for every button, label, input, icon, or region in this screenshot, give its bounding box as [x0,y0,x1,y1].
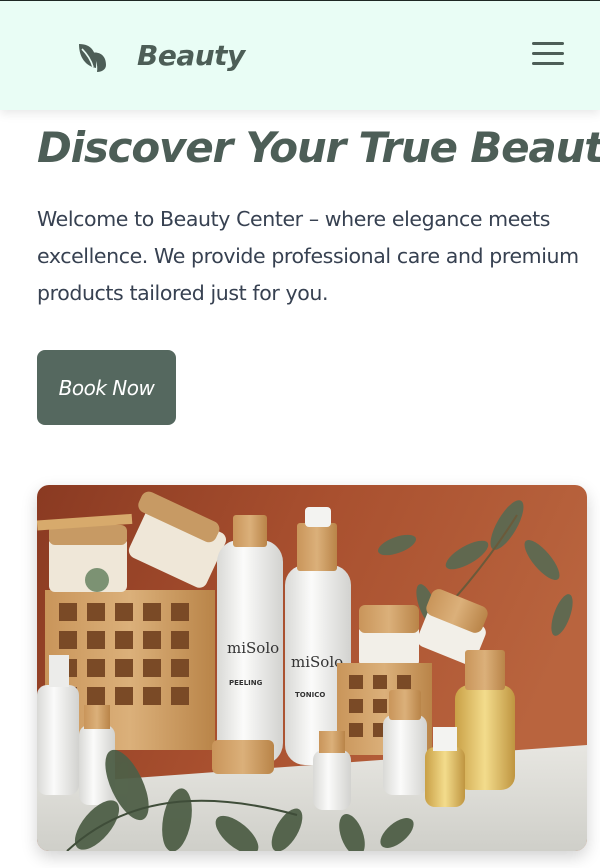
bottle-label-peeling: PEELING [229,679,263,687]
site-header: Beauty [0,1,600,110]
book-now-button[interactable]: Book Now [37,350,176,425]
bottle-label-brand: miSolo [227,639,279,657]
leaf-icon[interactable] [77,41,107,73]
bottle-label-brand-2: miSolo [291,653,343,671]
bottle-label-tonico: TONICO [295,691,325,699]
menu-button[interactable] [530,39,566,69]
hero-image: miSolo PEELING miSolo TONICO [37,485,587,851]
hamburger-menu-icon [532,42,564,45]
brand-name[interactable]: Beauty [137,39,245,72]
hero-title: Discover Your True Beauty [37,123,600,172]
hero-description: Welcome to Beauty Center – where eleganc… [37,207,579,305]
